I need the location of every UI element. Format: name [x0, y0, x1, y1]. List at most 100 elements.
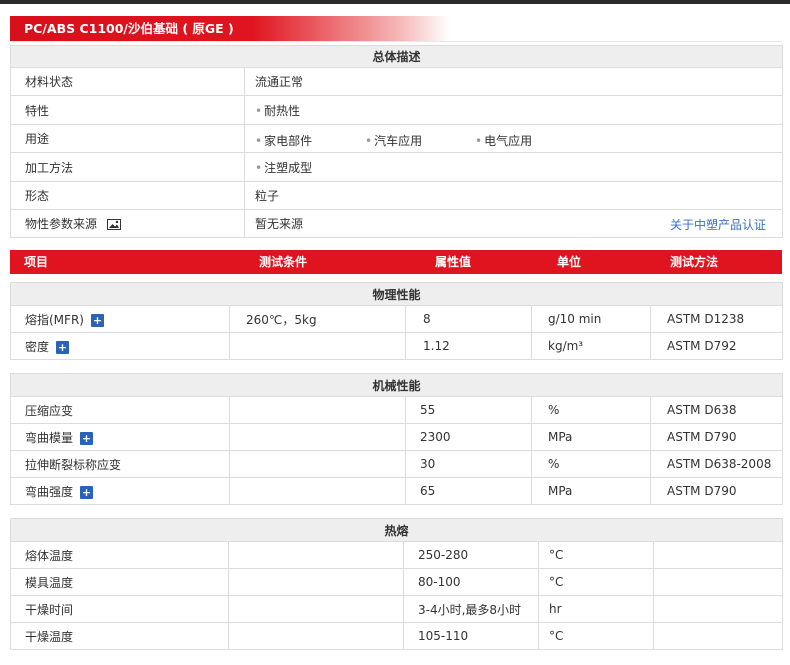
- property-label: 拉伸断裂标称应变: [25, 457, 122, 472]
- property-name: 熔体温度: [10, 541, 229, 569]
- property-label: 弯曲模量: [25, 430, 74, 445]
- table-row: 弯曲强度 + 65 MPa ASTM D790: [10, 477, 784, 505]
- col-item: 项目: [24, 255, 49, 269]
- property-unit: hr: [538, 595, 654, 623]
- usage-item[interactable]: 电气应用: [484, 134, 532, 148]
- bullet-icon: •: [255, 103, 263, 118]
- property-value: 105-110: [403, 622, 539, 650]
- overview-label: 材料状态: [10, 67, 245, 96]
- expand-plus-icon[interactable]: +: [80, 431, 94, 445]
- property-name: 弯曲模量 +: [10, 423, 230, 451]
- overview-row: 形态 粒子: [10, 181, 784, 210]
- col-unit: 单位: [557, 255, 582, 269]
- bullet-icon: •: [475, 134, 483, 148]
- test-condition: [229, 332, 406, 360]
- test-condition: [229, 450, 406, 478]
- physical-heading: 物理性能: [9, 282, 784, 306]
- table-row: 压缩应变 55 % ASTM D638: [10, 396, 784, 424]
- property-value: 2300: [405, 423, 532, 451]
- column-header-bar: 项目 测试条件 属性值 单位 测试方法: [10, 250, 782, 274]
- property-label: 熔指(MFR): [25, 312, 84, 327]
- test-condition: [229, 477, 406, 505]
- table-row: 干燥温度 105-110 °C: [10, 622, 784, 650]
- test-method: [652, 541, 784, 569]
- product-title-bar: PC/ABS C1100/沙伯基础 ( 原GE ): [10, 16, 782, 42]
- expand-plus-icon[interactable]: +: [90, 313, 104, 327]
- property-unit: MPa: [531, 423, 651, 451]
- property-name: 模具温度: [10, 568, 229, 596]
- property-unit: kg/m³: [531, 332, 651, 360]
- thermal-heading-row: 热熔: [9, 518, 784, 542]
- property-name: 压缩应变: [10, 396, 230, 424]
- overview-label: 特性: [10, 95, 245, 125]
- col-method: 测试方法: [670, 255, 719, 269]
- property-value: 250-280: [403, 541, 539, 569]
- property-label: 密度: [25, 339, 50, 354]
- certification-link[interactable]: 关于中塑产品认证: [670, 216, 766, 233]
- property-name: 密度 +: [10, 332, 230, 360]
- test-condition: [229, 423, 406, 451]
- property-label: 压缩应变: [25, 403, 74, 418]
- expand-plus-icon[interactable]: +: [56, 340, 70, 354]
- overview-value: • 家电部件 • 汽车应用 • 电气应用: [243, 124, 784, 153]
- top-dark-bar: [0, 0, 790, 4]
- overview-value: • 注塑成型: [243, 152, 784, 182]
- property-unit: °C: [538, 568, 654, 596]
- physical-table: 物理性能 熔指(MFR) + 260℃，5kg 8 g/10 min ASTM D…: [9, 282, 784, 360]
- overview-row: 物性参数来源 暂无来源 关于中塑产品认证: [10, 209, 784, 238]
- property-value: 30: [405, 450, 532, 478]
- usage-item[interactable]: 汽车应用: [374, 134, 422, 148]
- table-row: 弯曲模量 + 2300 MPa ASTM D790: [10, 423, 784, 451]
- property-value: 1.12: [405, 332, 532, 360]
- property-name: 拉伸断裂标称应变: [10, 450, 230, 478]
- overview-value: 暂无来源 关于中塑产品认证: [243, 209, 784, 238]
- expand-plus-icon[interactable]: +: [80, 485, 94, 499]
- bullet-icon: •: [365, 134, 373, 148]
- overview-label: 形态: [10, 181, 245, 210]
- property-name: 干燥温度: [10, 622, 229, 650]
- table-row: 干燥时间 3-4小时,最多8小时 hr: [10, 595, 784, 623]
- table-row: 模具温度 80-100 °C: [10, 568, 784, 596]
- overview-heading-row: 总体描述: [9, 45, 784, 68]
- overview-label: 用途: [10, 124, 245, 153]
- test-method: ASTM D790: [649, 477, 784, 505]
- property-unit: %: [531, 450, 651, 478]
- overview-heading: 总体描述: [9, 45, 784, 68]
- test-method: ASTM D790: [649, 423, 784, 451]
- overview-row: 材料状态 流通正常: [10, 67, 784, 96]
- col-condition: 测试条件: [259, 255, 308, 269]
- property-value: 80-100: [403, 568, 539, 596]
- property-value: 55: [405, 396, 532, 424]
- test-condition: [228, 622, 404, 650]
- physical-heading-row: 物理性能: [9, 282, 784, 306]
- test-condition: 260℃，5kg: [229, 305, 406, 333]
- col-value: 属性值: [435, 255, 472, 269]
- overview-value: 粒子: [243, 181, 784, 210]
- overview-table: 总体描述 材料状态 流通正常 特性 • 耐热性 用途 • 家电部件 • 汽车应用 • 电…: [9, 45, 784, 238]
- bullet-icon: •: [255, 134, 263, 148]
- source-label: 物性参数来源: [25, 217, 98, 231]
- test-method: ASTM D1238: [649, 305, 784, 333]
- thermal-table: 热熔 熔体温度 250-280 °C 模具温度 80-100 °C 干燥时间 3…: [9, 518, 784, 650]
- table-row: 拉伸断裂标称应变 30 % ASTM D638-2008: [10, 450, 784, 478]
- mechanical-table: 机械性能 压缩应变 55 % ASTM D638 弯曲模量 + 2300 MPa …: [9, 373, 784, 505]
- table-row: 熔指(MFR) + 260℃，5kg 8 g/10 min ASTM D1238: [10, 305, 784, 333]
- process-item[interactable]: 注塑成型: [264, 161, 312, 175]
- property-unit: °C: [538, 541, 654, 569]
- test-condition: [228, 595, 404, 623]
- test-method: [652, 595, 784, 623]
- overview-value: • 耐热性: [243, 95, 784, 125]
- usage-item[interactable]: 家电部件: [264, 134, 312, 148]
- feature-item[interactable]: 耐热性: [264, 104, 300, 118]
- property-unit: MPa: [531, 477, 651, 505]
- overview-value: 流通正常: [243, 67, 784, 96]
- bullet-icon: •: [255, 160, 263, 175]
- overview-row: 加工方法 • 注塑成型: [10, 152, 784, 182]
- property-unit: °C: [538, 622, 654, 650]
- image-icon[interactable]: [106, 219, 121, 230]
- property-name: 弯曲强度 +: [10, 477, 230, 505]
- overview-row: 特性 • 耐热性: [10, 95, 784, 125]
- table-row: 熔体温度 250-280 °C: [10, 541, 784, 569]
- property-unit: %: [531, 396, 651, 424]
- source-value: 暂无来源: [255, 217, 304, 231]
